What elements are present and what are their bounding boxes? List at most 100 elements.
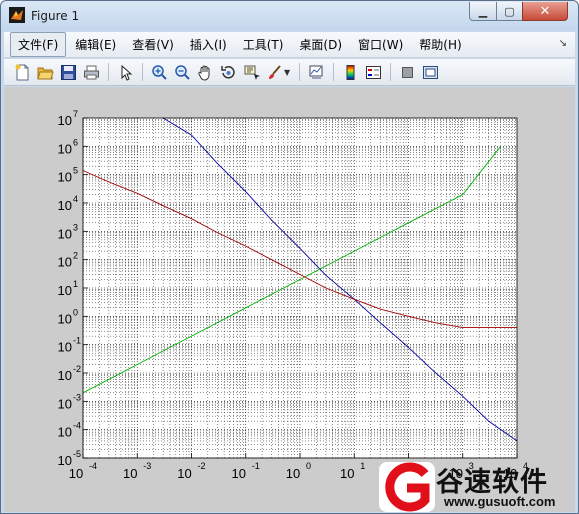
x-tick-label: 10 xyxy=(232,466,246,481)
zoom-in-icon xyxy=(151,64,167,80)
figure-window: Figure 1 ▁ ▢ ✕ 文件(F) 编辑(E) 查看(V) 插入(I) 工… xyxy=(0,0,579,514)
show-plot-tools-icon xyxy=(422,65,438,79)
y-tick-label: 10 xyxy=(58,141,72,156)
toolbar-separator xyxy=(108,63,109,81)
colorbar-icon xyxy=(346,64,355,80)
log-log-plot[interactable]: 10-410-310-210-110010110210310410-510-41… xyxy=(4,87,575,512)
link-plot-button[interactable] xyxy=(305,61,327,83)
pointer-icon xyxy=(121,64,132,81)
save-icon xyxy=(60,64,76,80)
y-tick-exponent: 3 xyxy=(73,222,78,232)
edit-plot-button[interactable] xyxy=(114,61,136,83)
legend-icon xyxy=(365,65,381,79)
y-tick-label: 10 xyxy=(58,396,72,411)
menu-insert[interactable]: 插入(I) xyxy=(183,33,234,56)
x-tick-label: 10 xyxy=(69,466,83,481)
x-tick-exponent: 1 xyxy=(360,461,365,471)
link-plot-icon xyxy=(309,65,323,79)
y-tick-exponent: 7 xyxy=(73,109,78,119)
menu-view[interactable]: 查看(V) xyxy=(125,33,181,56)
menu-desktop[interactable]: 桌面(D) xyxy=(292,33,349,56)
y-tick-label: 10 xyxy=(58,198,72,213)
y-tick-exponent: -4 xyxy=(73,421,81,431)
window-title: Figure 1 xyxy=(31,9,80,23)
menu-bar: 文件(F) 编辑(E) 查看(V) 插入(I) 工具(T) 桌面(D) 窗口(W… xyxy=(4,32,575,58)
y-tick-label: 10 xyxy=(58,226,72,241)
print-button[interactable] xyxy=(80,61,102,83)
maximize-button[interactable]: ▢ xyxy=(496,2,523,21)
zoom-out-icon xyxy=(174,64,190,80)
y-tick-exponent: -5 xyxy=(73,449,81,459)
y-tick-label: 10 xyxy=(58,283,72,298)
x-tick-label: 10 xyxy=(123,466,137,481)
pan-button[interactable] xyxy=(194,61,216,83)
print-icon xyxy=(83,65,99,79)
menu-dock-arrow-icon[interactable]: ↘ xyxy=(559,38,567,49)
y-tick-label: 10 xyxy=(58,311,72,326)
title-bar[interactable]: Figure 1 ▁ ▢ ✕ xyxy=(1,1,578,31)
x-tick-exponent: -1 xyxy=(252,461,260,471)
data-cursor-button[interactable] xyxy=(240,61,262,83)
x-tick-label: 10 xyxy=(177,466,191,481)
y-tick-label: 10 xyxy=(58,340,72,355)
zoom-out-button[interactable] xyxy=(171,61,193,83)
menu-tools[interactable]: 工具(T) xyxy=(236,33,291,56)
hide-plot-tools-icon xyxy=(401,66,413,78)
rotate-3d-button[interactable] xyxy=(217,61,239,83)
watermark-logo-icon xyxy=(379,462,435,512)
open-file-button[interactable] xyxy=(34,61,56,83)
y-tick-exponent: 4 xyxy=(73,194,78,204)
y-tick-exponent: -2 xyxy=(73,364,81,374)
y-tick-exponent: 2 xyxy=(73,251,78,261)
y-tick-label: 10 xyxy=(58,113,72,128)
close-button[interactable]: ✕ xyxy=(522,2,568,21)
maximize-icon: ▢ xyxy=(504,4,515,18)
minimize-button[interactable]: ▁ xyxy=(469,2,497,21)
y-tick-label: 10 xyxy=(58,368,72,383)
new-figure-icon xyxy=(15,64,28,80)
toolbar-separator xyxy=(390,63,392,81)
x-tick-exponent: -3 xyxy=(143,461,151,471)
data-cursor-icon xyxy=(244,65,260,80)
open-folder-icon xyxy=(36,67,54,79)
toolbar-separator xyxy=(142,63,143,81)
x-tick-label: 10 xyxy=(286,466,300,481)
y-tick-exponent: 6 xyxy=(73,137,78,147)
new-figure-button[interactable] xyxy=(11,61,33,83)
watermark-url: www.gusuoft.com xyxy=(444,494,556,509)
y-tick-exponent: 5 xyxy=(73,166,78,176)
x-tick-label: 10 xyxy=(340,466,354,481)
x-tick-exponent: -4 xyxy=(89,461,97,471)
rotate-3d-icon xyxy=(220,65,235,79)
y-tick-label: 10 xyxy=(58,255,72,270)
toolbar-separator xyxy=(333,63,335,81)
y-tick-exponent: -3 xyxy=(73,392,81,402)
figure-toolbar: ▼ xyxy=(4,59,575,86)
brush-icon xyxy=(268,64,281,79)
save-button[interactable] xyxy=(57,61,79,83)
brush-dropdown-icon[interactable]: ▼ xyxy=(284,68,290,77)
show-plot-tools-button[interactable] xyxy=(419,61,441,83)
figure-canvas[interactable]: 10-410-310-210-110010110210310410-510-41… xyxy=(4,87,575,512)
menu-edit[interactable]: 编辑(E) xyxy=(68,33,123,56)
pan-hand-icon xyxy=(197,65,209,81)
y-tick-label: 10 xyxy=(58,453,72,468)
y-tick-label: 10 xyxy=(58,170,72,185)
y-tick-label: 10 xyxy=(58,425,72,440)
toolbar-separator xyxy=(299,63,301,81)
matlab-logo-icon xyxy=(9,7,25,23)
menu-window[interactable]: 窗口(W) xyxy=(351,33,410,56)
y-tick-exponent: 0 xyxy=(73,307,78,317)
close-icon: ✕ xyxy=(539,3,551,19)
y-tick-exponent: 1 xyxy=(73,279,78,289)
menu-file[interactable]: 文件(F) xyxy=(10,32,67,57)
x-tick-exponent: -2 xyxy=(198,461,206,471)
insert-legend-button[interactable] xyxy=(362,61,384,83)
insert-colorbar-button[interactable] xyxy=(339,61,361,83)
zoom-in-button[interactable] xyxy=(148,61,170,83)
hide-plot-tools-button[interactable] xyxy=(396,61,418,83)
brush-button[interactable] xyxy=(263,61,285,83)
x-tick-exponent: 0 xyxy=(306,461,311,471)
minimize-icon: ▁ xyxy=(478,4,488,18)
menu-help[interactable]: 帮助(H) xyxy=(412,33,468,56)
